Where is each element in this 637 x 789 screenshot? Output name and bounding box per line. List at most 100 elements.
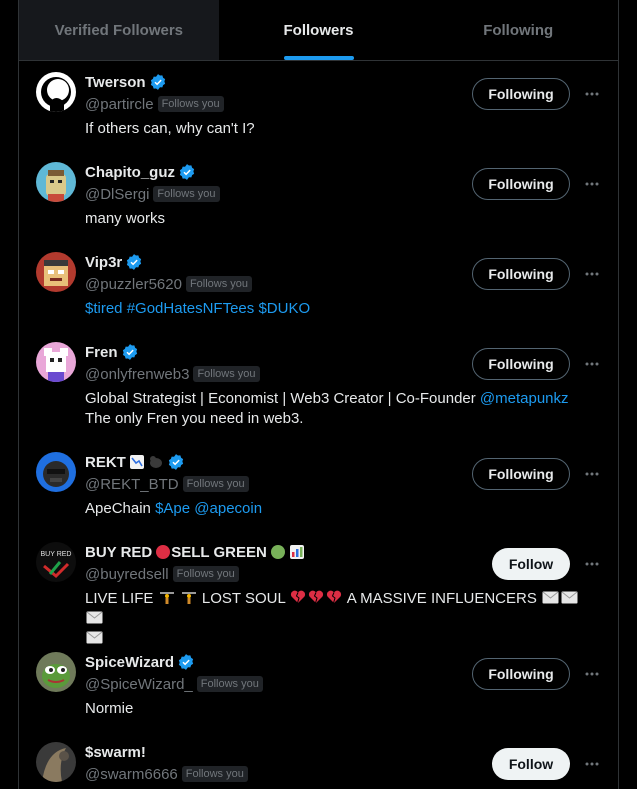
follows-you-badge: Follows you [193,366,260,382]
more-options-icon[interactable] [582,84,602,104]
envelope-icon [86,631,103,644]
user-name[interactable]: SpiceWizard [85,654,174,671]
bio-text: Global Strategist | Economist | Web3 Cre… [85,390,476,407]
user-name-mid[interactable]: SELL GREEN [171,544,267,561]
user-name[interactable]: Twerson [85,74,146,91]
more-options-icon[interactable] [582,354,602,374]
tab-following[interactable]: Following [418,0,618,60]
bio-link-mention[interactable]: @metapunkz [480,390,569,407]
gorilla-icon [149,456,162,468]
bio-text-line2: The only Fren you need in web3. [85,410,304,427]
user-handle[interactable]: @puzzler5620 [85,276,182,293]
verified-badge-icon [168,454,183,470]
weightlifter-icon [181,592,196,604]
follows-you-badge: Follows you [185,276,253,292]
follows-you-badge: Follows you [172,566,239,582]
following-button[interactable]: Following [472,348,570,380]
user-handle[interactable]: @DlSergi [85,186,149,203]
following-button[interactable]: Following [472,458,570,490]
user-handle[interactable]: @REKT_BTD [85,476,179,493]
verified-badge-icon [127,254,142,270]
avatar[interactable] [36,72,76,112]
broken-heart-icon [291,590,306,604]
avatar[interactable] [36,252,76,292]
avatar[interactable] [36,162,76,202]
user-row-chapito[interactable]: Chapito_guz @DlSergi Follows you many wor… [19,162,618,252]
user-bio: many works [85,210,166,227]
user-name[interactable]: Vip3r [85,254,122,271]
more-options-icon[interactable] [582,754,602,774]
bio-text: LIVE LIFE [85,590,154,607]
follows-you-badge: Follows you [157,96,224,112]
user-name[interactable]: Chapito_guz [85,164,175,181]
verified-badge-icon [179,164,195,180]
user-bio: If others can, why can't I? [85,120,255,137]
bio-link-mention[interactable]: @apecoin [194,500,262,517]
following-button[interactable]: Following [472,258,570,290]
follow-button[interactable]: Follow [492,748,570,780]
following-button[interactable]: Following [472,658,570,690]
verified-badge-icon [178,654,194,670]
red-circle-icon [156,545,171,559]
user-bio: ApeChain $Ape @apecoin [85,499,595,519]
follows-you-badge: Follows you [182,476,249,492]
more-options-icon[interactable] [582,174,602,194]
avatar[interactable] [36,452,76,492]
envelope-icon [561,591,578,604]
following-button[interactable]: Following [472,78,570,110]
more-options-icon[interactable] [582,554,602,574]
user-handle[interactable]: @buyredsell [85,566,169,583]
avatar[interactable]: BUY RED [36,542,76,582]
verified-badge-icon [150,74,165,90]
user-name[interactable]: $swarm! [85,744,146,761]
envelope-icon [542,591,559,604]
user-handle[interactable]: @partircle [85,96,154,113]
bio-link-hashtag[interactable]: #GodHatesNFTees [127,300,255,317]
user-handle[interactable]: @SpiceWizard_ [85,676,193,693]
user-row-buyredsell[interactable]: BUY RED BUY RED SELL GREEN @buyredsell Fol… [19,542,618,652]
weightlifter-icon [159,592,174,604]
user-row-fren[interactable]: Fren @onlyfrenweb3 Follows you Global Str… [19,342,618,452]
tab-verified-followers[interactable]: Verified Followers [19,0,219,60]
user-bio: Global Strategist | Economist | Web3 Cre… [85,389,595,429]
tab-followers[interactable]: Followers [219,0,419,60]
more-options-icon[interactable] [582,264,602,284]
bio-text: LOST SOUL [201,590,286,607]
avatar[interactable] [36,342,76,382]
active-tab-indicator [283,56,354,60]
bio-text: ApeChain [85,500,151,517]
user-handle[interactable]: @onlyfrenweb3 [85,366,189,383]
bio-link-cashtag[interactable]: $tired [85,300,123,317]
user-row-vip3r[interactable]: Vip3r @puzzler5620 Follows you $tired #Go… [19,252,618,342]
user-row-twerson[interactable]: Twerson @partircle Follows you If others … [19,72,618,162]
bio-link-cashtag[interactable]: $DUKO [258,300,310,317]
user-bio: Normie [85,700,134,717]
more-options-icon[interactable] [582,464,602,484]
followers-panel: Verified Followers Followers Following T… [18,0,619,789]
avatar[interactable] [36,742,76,782]
user-name[interactable]: BUY RED [85,544,152,561]
tab-bar: Verified Followers Followers Following [19,0,618,61]
follows-you-badge: Follows you [196,676,263,692]
chart-decreasing-icon [129,455,144,469]
bar-chart-icon [289,545,304,559]
user-name[interactable]: Fren [85,344,118,361]
follow-button[interactable]: Follow [492,548,570,580]
user-name[interactable]: REKT [85,454,126,471]
following-button[interactable]: Following [472,168,570,200]
user-handle[interactable]: @swarm6666 [85,766,178,783]
bio-link-cashtag[interactable]: $Ape [155,500,190,517]
broken-heart-icon [327,590,342,604]
user-bio: $tired #GodHatesNFTees $DUKO [85,299,595,319]
user-row-spicewizard[interactable]: SpiceWizard @SpiceWizard_ Follows you Nor… [19,652,618,742]
more-options-icon[interactable] [582,664,602,684]
envelope-icon [86,611,103,624]
avatar[interactable] [36,652,76,692]
user-row-rekt[interactable]: REKT @REKT_BTD Follows you ApeChain $Ape … [19,452,618,542]
follows-you-badge: Follows you [153,186,220,202]
bio-text: A MASSIVE INFLUENCERS [346,590,537,607]
user-row-swarm[interactable]: $swarm! @swarm6666 Follows you Follow [19,742,618,789]
verified-badge-icon [122,344,137,360]
broken-heart-icon [309,590,324,604]
green-circle-icon [270,545,285,559]
